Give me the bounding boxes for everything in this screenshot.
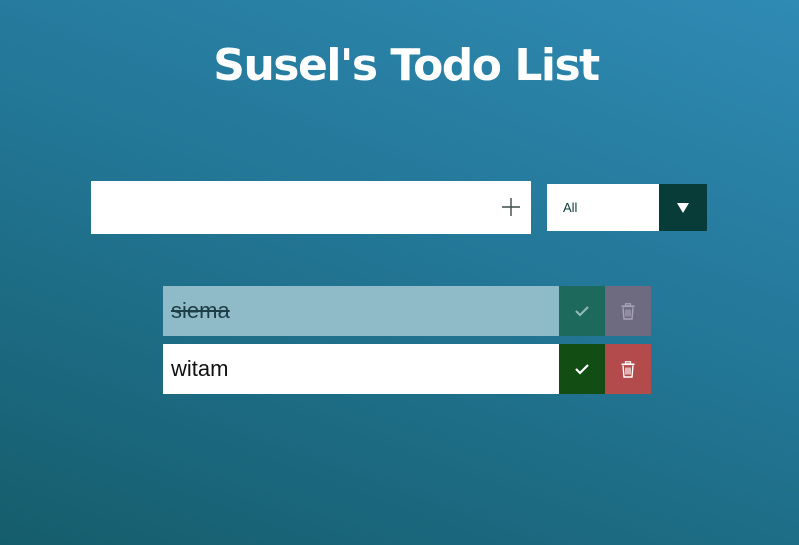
check-icon: [575, 306, 589, 317]
todo-text: witam: [163, 344, 559, 394]
complete-button[interactable]: [559, 344, 605, 394]
todo-item: witam: [163, 344, 651, 394]
complete-button[interactable]: [559, 286, 605, 336]
delete-button[interactable]: [605, 344, 651, 394]
delete-button[interactable]: [605, 286, 651, 336]
trash-icon: [621, 360, 635, 378]
filter-select[interactable]: All: [547, 184, 707, 231]
filter-selected-value[interactable]: All: [547, 184, 659, 231]
plus-icon: [502, 198, 520, 216]
todo-text: siema: [163, 286, 559, 336]
trash-icon: [621, 302, 635, 320]
check-icon: [575, 364, 589, 375]
triangle-down-icon: [677, 202, 689, 213]
add-todo-button[interactable]: [499, 195, 523, 219]
filter-dropdown-button[interactable]: [659, 184, 707, 231]
todo-item: siema: [163, 286, 651, 336]
todo-input-container: [91, 181, 531, 234]
todo-list: siema witam: [163, 286, 651, 402]
todo-input[interactable]: [91, 181, 491, 234]
page-title: Susel's Todo List: [213, 40, 600, 91]
